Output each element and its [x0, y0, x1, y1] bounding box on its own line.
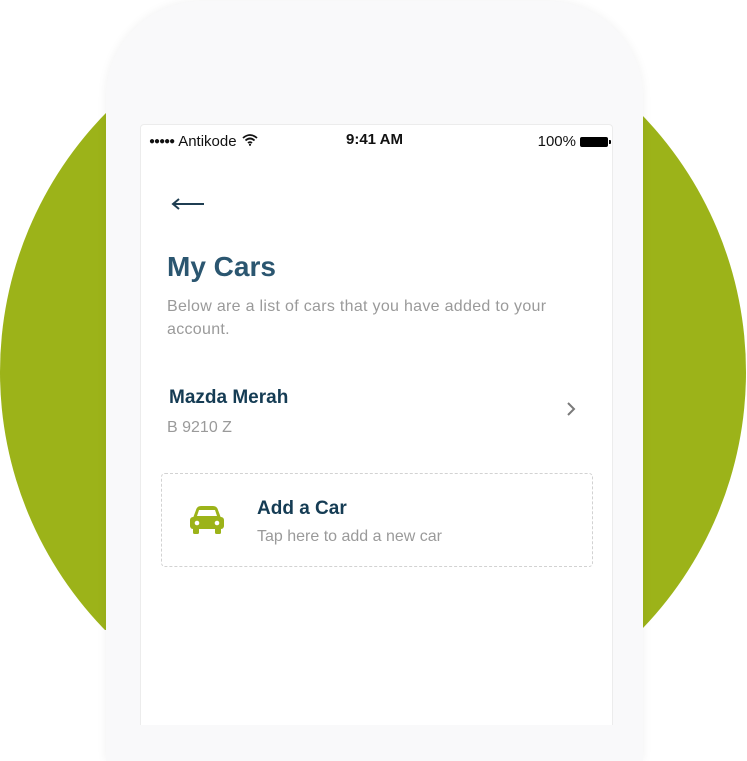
car-list-item[interactable]: Mazda Merah B 9210 Z	[155, 377, 595, 443]
signal-strength-icon: ●●●●●	[149, 136, 175, 147]
page-subtitle: Below are a list of cars that you have a…	[167, 298, 547, 338]
page-title: My Cars	[167, 251, 276, 282]
status-bar: ●●●●● Antikode 9:41 AM 100%	[141, 125, 612, 157]
car-plate: B 9210 Z	[167, 419, 232, 436]
wifi-icon	[241, 133, 258, 150]
status-time: 9:41 AM	[346, 131, 403, 148]
back-arrow-icon[interactable]	[171, 197, 205, 216]
add-car-subtitle: Tap here to add a new car	[257, 528, 443, 545]
status-left: ●●●●● Antikode	[149, 133, 258, 150]
battery-icon	[580, 136, 611, 147]
status-right: 100%	[537, 133, 611, 150]
add-car-title: Add a Car	[257, 498, 347, 519]
car-name: Mazda Merah	[169, 387, 289, 408]
carrier-name: Antikode	[178, 133, 237, 150]
add-car-button[interactable]: Add a Car Tap here to add a new car	[161, 473, 593, 567]
car-icon	[188, 504, 226, 541]
chevron-right-icon	[565, 401, 577, 422]
phone-screen: ●●●●● Antikode 9:41 AM 100% My Cars Belo…	[140, 124, 613, 725]
battery-percent: 100%	[537, 133, 576, 150]
